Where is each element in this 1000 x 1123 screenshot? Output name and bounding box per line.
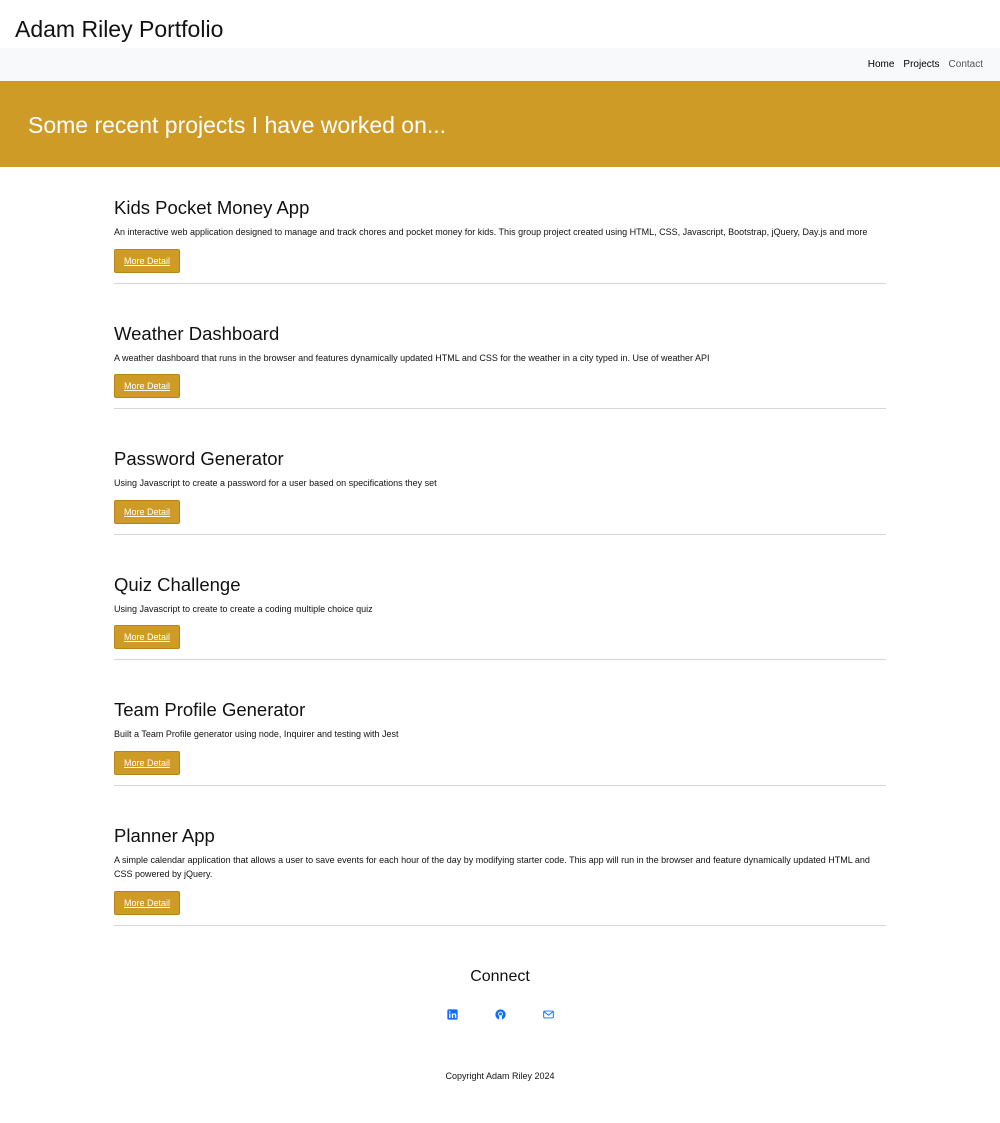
project-card: Password Generator Using Javascript to c… (114, 446, 886, 535)
project-description: Built a Team Profile generator using nod… (114, 729, 399, 739)
copyright: Copyright Adam Riley 2024 (445, 1070, 555, 1081)
email-icon[interactable] (542, 1009, 554, 1020)
nav-link-contact[interactable]: Contact (949, 59, 983, 70)
more-detail-button[interactable]: More Detail (114, 890, 181, 915)
nav-link-projects[interactable]: Projects (903, 59, 939, 70)
project-description: Using Javascript to create to create a c… (114, 603, 373, 614)
project-description: An interactive web application designed … (114, 227, 868, 237)
project-description: A weather dashboard that runs in the bro… (114, 352, 710, 363)
project-title: Quiz Challenge (114, 573, 241, 595)
project-card: Kids Pocket Money App An interactive web… (114, 195, 886, 284)
site-title: Adam Riley Portfolio (15, 16, 224, 42)
navbar: Home Projects Contact (0, 48, 1000, 81)
nav-link-home[interactable]: Home (868, 59, 895, 70)
project-title: Kids Pocket Money App (114, 197, 310, 218)
project-title: Password Generator (114, 448, 284, 469)
project-card: Quiz Challenge Using Javascript to creat… (114, 572, 886, 660)
social-links (0, 1008, 1000, 1020)
more-detail-button[interactable]: More Detail (114, 499, 181, 524)
project-description: A simple calendar application that allow… (114, 854, 870, 880)
connect-section: Connect (0, 966, 1000, 1020)
project-card: Planner App A simple calendar applicatio… (114, 823, 886, 926)
project-title: Planner App (114, 824, 215, 846)
more-detail-button[interactable]: More Detail (114, 374, 181, 398)
project-title: Team Profile Generator (114, 699, 306, 720)
project-card: Weather Dashboard A weather dashboard th… (114, 321, 886, 409)
more-detail-button[interactable]: More Detail (114, 625, 181, 649)
github-icon[interactable] (494, 1008, 506, 1020)
hero-banner: Some recent projects I have worked on... (0, 81, 1000, 167)
site-header: Adam Riley Portfolio (0, 0, 1000, 48)
hero-title: Some recent projects I have worked on... (28, 112, 447, 138)
more-detail-button[interactable]: More Detail (114, 248, 181, 273)
project-card: Team Profile Generator Built a Team Prof… (114, 697, 886, 786)
more-detail-button[interactable]: More Detail (114, 750, 181, 775)
connect-title: Connect (470, 967, 530, 985)
projects-list: Kids Pocket Money App An interactive web… (114, 167, 886, 926)
project-description: Using Javascript to create a password fo… (114, 478, 437, 488)
project-title: Weather Dashboard (114, 322, 280, 344)
linkedin-icon[interactable] (446, 1008, 458, 1020)
